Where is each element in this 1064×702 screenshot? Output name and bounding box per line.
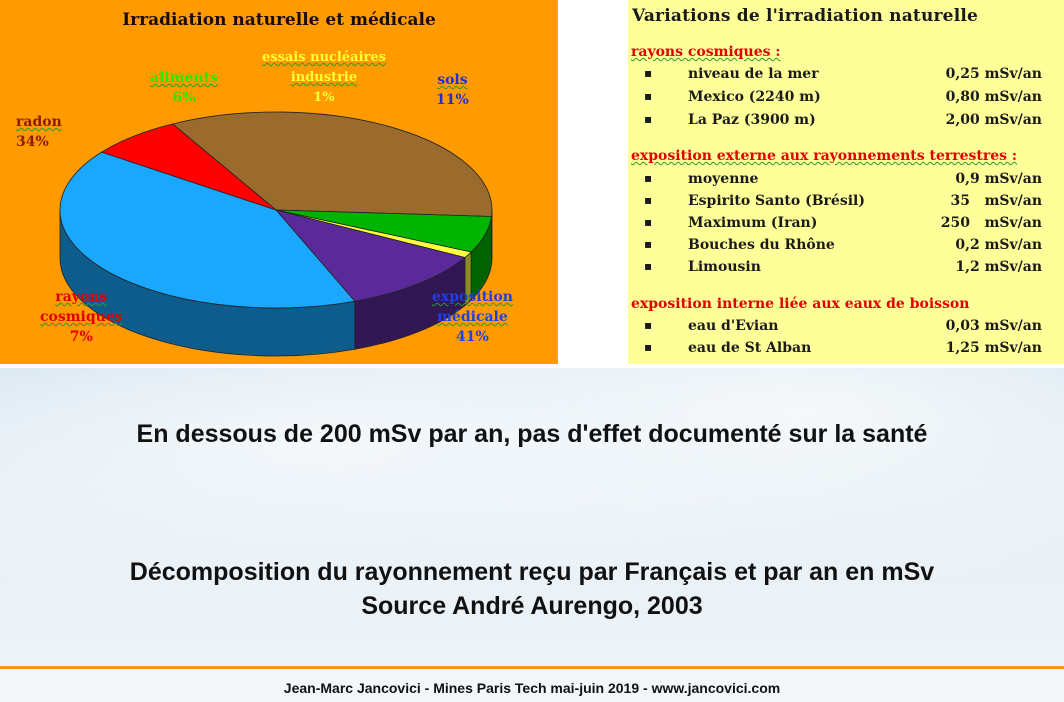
slide-caption: Décomposition du rayonnement reçu par Fr… xyxy=(0,555,1064,623)
row-label: moyenne xyxy=(688,171,759,187)
slice-percent-sols: 11% xyxy=(436,92,469,108)
bullet-icon: ▪ xyxy=(644,112,653,126)
row-label: Bouches du Rhône xyxy=(688,237,835,253)
section-heading-cosmic-text: rayons cosmiques : xyxy=(631,44,781,60)
list-item: ▪ Mexico (2240 m) 0,80 mSv/an xyxy=(628,89,1064,111)
bullet-icon: ▪ xyxy=(644,259,653,273)
slice-name-essais-line1: essais nucléaires xyxy=(262,50,386,65)
bullet-icon: ▪ xyxy=(644,237,653,251)
list-item: ▪ Maximum (Iran) 250 mSv/an xyxy=(628,215,1064,237)
section-heading-water-text: exposition interne liée aux eaux de bois… xyxy=(631,296,970,312)
row-value: 1,2 mSv/an xyxy=(955,259,1042,275)
slice-label-cosmiques: rayons cosmiques 7% xyxy=(40,287,123,347)
slice-name-aliments: aliments xyxy=(150,70,218,86)
row-value: 0,80 mSv/an xyxy=(945,89,1042,105)
slice-label-aliments: aliments 6% xyxy=(150,68,218,108)
section-heading-cosmic: rayons cosmiques : xyxy=(631,44,781,60)
slice-label-radon: radon 34% xyxy=(16,112,62,152)
row-label: eau d'Evian xyxy=(688,318,779,334)
bullet-icon: ▪ xyxy=(644,318,653,332)
list-item: ▪ niveau de la mer 0,25 mSv/an xyxy=(628,66,1064,88)
row-label: eau de St Alban xyxy=(688,340,812,356)
chart-title: Irradiation naturelle et médicale xyxy=(122,10,436,30)
bullet-icon: ▪ xyxy=(644,89,653,103)
slice-name-cosmiques-line2: cosmiques xyxy=(40,309,123,325)
list-item: ▪ eau de St Alban 1,25 mSv/an xyxy=(628,340,1064,362)
slice-percent-aliments: 6% xyxy=(172,90,196,106)
statement-text: En dessous de 200 mSv par an, pas d'effe… xyxy=(136,420,928,448)
bullet-icon: ▪ xyxy=(644,66,653,80)
slice-name-sols: sols xyxy=(437,72,468,88)
footer-rule xyxy=(0,666,1064,669)
slice-percent-medicale: 41% xyxy=(456,329,489,345)
bullet-icon: ▪ xyxy=(644,340,653,354)
section-heading-terrestrial: exposition externe aux rayonnements terr… xyxy=(631,148,1017,164)
slide-sky-background xyxy=(0,368,1064,668)
row-label: Espirito Santo (Brésil) xyxy=(688,193,865,209)
caption-line-1: Décomposition du rayonnement reçu par Fr… xyxy=(129,558,935,586)
bullet-icon: ▪ xyxy=(644,171,653,185)
variations-panel: Variations de l'irradiation naturelle ra… xyxy=(628,0,1064,364)
row-value: 35 mSv/an xyxy=(950,193,1042,209)
slice-percent-essais: 1% xyxy=(313,90,335,105)
row-value: 2,00 mSv/an xyxy=(945,112,1042,128)
list-item: ▪ Espirito Santo (Brésil) 35 mSv/an xyxy=(628,193,1064,215)
variations-title: Variations de l'irradiation naturelle xyxy=(632,6,979,26)
bullet-icon: ▪ xyxy=(644,193,653,207)
list-item: ▪ Bouches du Rhône 0,2 mSv/an xyxy=(628,237,1064,259)
slice-name-medicale-line2: médicale xyxy=(437,309,508,325)
list-item: ▪ La Paz (3900 m) 2,00 mSv/an xyxy=(628,112,1064,134)
row-value: 0,03 mSv/an xyxy=(945,318,1042,334)
section-heading-terrestrial-text: exposition externe aux rayonnements terr… xyxy=(631,148,1018,164)
row-label: niveau de la mer xyxy=(688,66,819,82)
slice-percent-cosmiques: 7% xyxy=(69,329,93,345)
section-heading-water: exposition interne liée aux eaux de bois… xyxy=(631,296,969,312)
slice-percent-radon: 34% xyxy=(16,134,49,150)
footer-text: Jean-Marc Jancovici - Mines Paris Tech m… xyxy=(283,680,781,696)
caption-line-2: Source André Aurengo, 2003 xyxy=(361,592,703,620)
slice-label-essais: essais nucléaires industrie 1% xyxy=(262,48,386,108)
row-value: 0,25 mSv/an xyxy=(945,66,1042,82)
pie-chart-panel: Irradiation naturelle et médicale radon … xyxy=(0,0,558,364)
row-label: Limousin xyxy=(688,259,761,275)
slice-name-medicale-line1: exposition xyxy=(432,289,513,305)
row-label: La Paz (3900 m) xyxy=(688,112,816,128)
row-value: 0,2 mSv/an xyxy=(955,237,1042,253)
row-value: 1,25 mSv/an xyxy=(945,340,1042,356)
slice-label-sols: sols 11% xyxy=(436,70,469,110)
slice-name-cosmiques-line1: rayons xyxy=(55,289,108,305)
slice-label-medicale: exposition médicale 41% xyxy=(432,287,513,347)
bullet-icon: ▪ xyxy=(644,215,653,229)
row-label: Maximum (Iran) xyxy=(688,215,818,231)
row-value: 0,9 mSv/an xyxy=(955,171,1042,187)
list-item: ▪ Limousin 1,2 mSv/an xyxy=(628,259,1064,281)
slice-name-radon: radon xyxy=(16,114,62,130)
slice-name-essais-line2: industrie xyxy=(290,70,358,85)
row-label: Mexico (2240 m) xyxy=(688,89,821,105)
row-value: 250 mSv/an xyxy=(940,215,1042,231)
list-item: ▪ eau d'Evian 0,03 mSv/an xyxy=(628,318,1064,340)
list-item: ▪ moyenne 0,9 mSv/an xyxy=(628,171,1064,193)
